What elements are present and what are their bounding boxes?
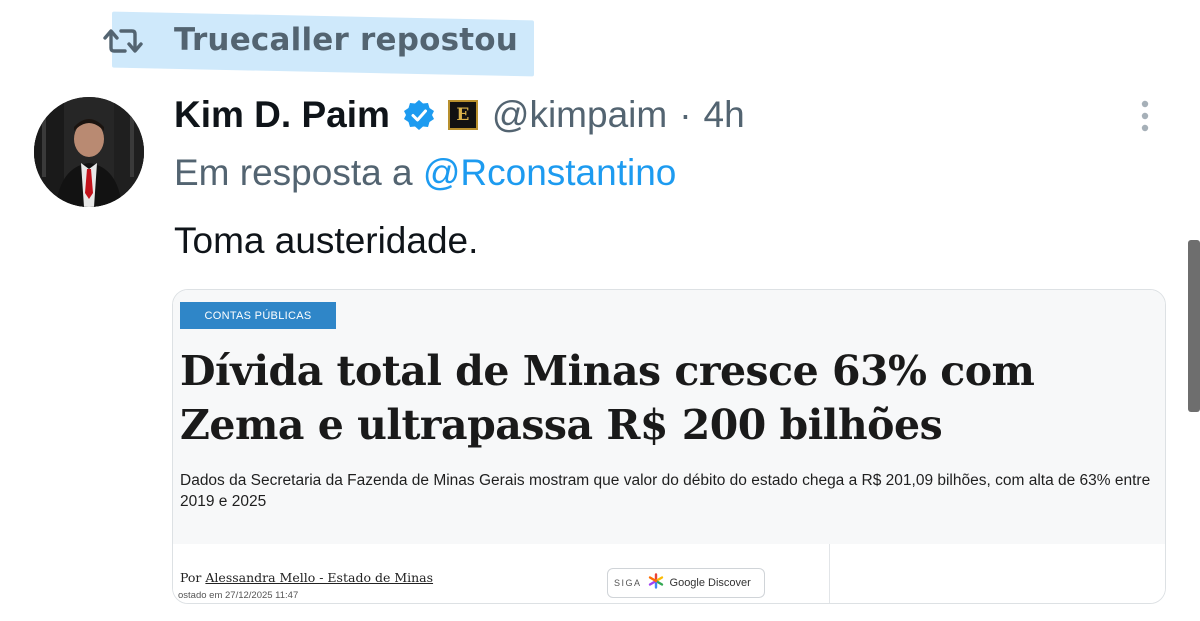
avatar[interactable] [34,97,144,207]
discover-label: Google Discover [669,577,751,589]
byline: Por Alessandra Mello - Estado de Minas [180,570,433,585]
article-headline: Dívida total de Minas cresce 63% com Zem… [180,347,1035,449]
google-discover-icon [648,573,664,593]
affiliate-badge-icon[interactable]: E [447,100,478,130]
reply-mention-link[interactable]: @Rconstantino [423,152,677,193]
repost-icon [100,24,146,58]
article-meta: Por Alessandra Mello - Estado de Minas o… [173,544,1165,603]
byline-author: Alessandra Mello - Estado de Minas [205,570,434,585]
discover-follow-label: SIGA [614,578,642,588]
verified-icon [402,98,436,132]
section-tag: CONTAS PÚBLICAS [180,302,336,329]
article-subhead: Dados da Secretaria da Fazenda de Minas … [180,472,1151,510]
more-icon[interactable] [1135,98,1155,138]
author-name[interactable]: Kim D. Paim [174,94,390,136]
repost-label[interactable]: Truecaller repostou [174,22,518,58]
google-discover-button: SIGA Google Discover [607,568,765,598]
byline-prefix: Por [180,570,202,585]
reply-prefix: Em resposta a [174,152,413,193]
separator-dot: · [679,94,692,135]
scrollbar[interactable] [1188,240,1200,412]
tweet-header: Kim D. Paim E @kimpaim · 4h [174,90,745,140]
tweet-text: Toma austeridade. [174,220,479,261]
tweet-time[interactable]: 4h [704,94,745,136]
author-handle[interactable]: @kimpaim [492,94,667,136]
repost-row [100,14,146,68]
tweet-media-card[interactable]: CONTAS PÚBLICAS Dívida total de Minas cr… [172,289,1166,604]
article-header: CONTAS PÚBLICAS Dívida total de Minas cr… [173,290,1165,544]
card-divider [829,544,830,603]
posted-date: ostado em 27/12/2025 11:47 [178,590,299,601]
reply-context: Em resposta a @Rconstantino [174,152,676,194]
